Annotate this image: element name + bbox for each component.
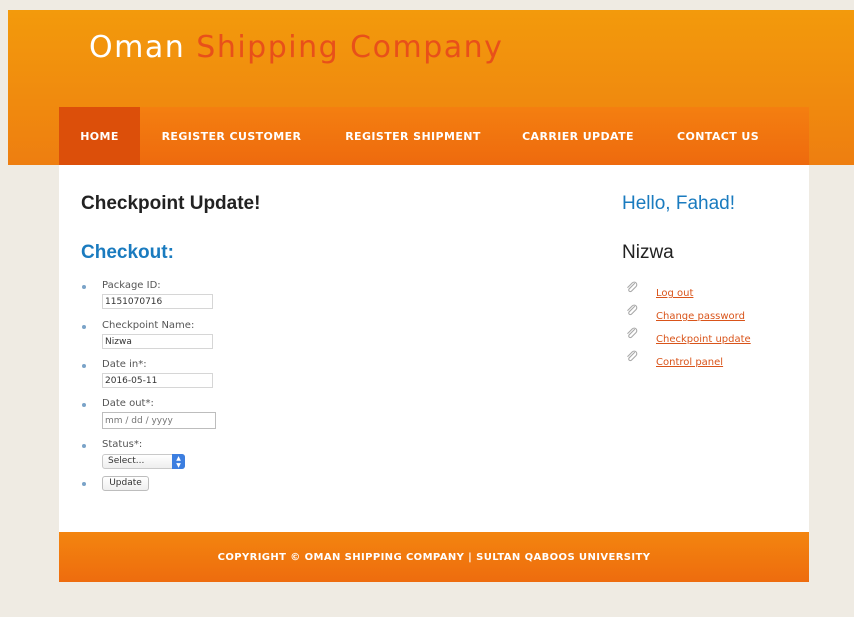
- nav-item-register-shipment[interactable]: REGISTER SHIPMENT: [323, 107, 503, 165]
- account-links: Log out Change password Checkpoint updat…: [626, 281, 751, 373]
- date-in-input[interactable]: [102, 373, 213, 388]
- form-row-checkpoint-name: Checkpoint Name:: [81, 319, 341, 358]
- account-link-item: Change password: [626, 304, 751, 327]
- paperclip-icon: [627, 350, 638, 362]
- status-select-value: Select...: [108, 456, 145, 466]
- control-panel-link[interactable]: Control panel: [656, 357, 723, 368]
- paperclip-icon: [627, 304, 638, 316]
- checkpoint-name-input[interactable]: [102, 334, 213, 349]
- bullet-icon: [82, 364, 86, 368]
- status-label: Status*:: [102, 439, 143, 450]
- site-title-primary: Oman: [89, 30, 186, 65]
- nav-item-register-customer[interactable]: REGISTER CUSTOMER: [140, 107, 323, 165]
- nav-item-contact-us[interactable]: CONTACT US: [653, 107, 783, 165]
- package-id-label: Package ID:: [102, 280, 161, 291]
- paperclip-icon: [627, 327, 638, 339]
- update-button[interactable]: Update: [102, 476, 149, 491]
- checkpoint-form: Package ID: Checkpoint Name: Date in*: D…: [81, 279, 341, 496]
- bullet-icon: [82, 444, 86, 448]
- content-panel: Checkpoint Update! Checkout: Package ID:…: [59, 165, 809, 532]
- chevron-updown-icon: ▲ ▼: [172, 454, 185, 469]
- form-row-submit: Update: [81, 476, 341, 496]
- account-link-item: Log out: [626, 281, 751, 304]
- form-row-status: Status*: Select... ▲ ▼: [81, 438, 341, 478]
- bullet-icon: [82, 325, 86, 329]
- main-nav: HOME REGISTER CUSTOMER REGISTER SHIPMENT…: [59, 107, 809, 165]
- date-out-input[interactable]: [102, 412, 216, 429]
- date-in-label: Date in*:: [102, 359, 147, 370]
- form-row-date-in: Date in*:: [81, 358, 341, 397]
- change-password-link[interactable]: Change password: [656, 311, 745, 322]
- copyright-text: COPYRIGHT © OMAN SHIPPING COMPANY | SULT…: [217, 551, 651, 563]
- footer-bar: COPYRIGHT © OMAN SHIPPING COMPANY | SULT…: [59, 532, 809, 582]
- page-title: Checkpoint Update!: [81, 193, 261, 214]
- paperclip-icon: [627, 281, 638, 293]
- site-title-accent: Shipping Company: [196, 30, 504, 65]
- form-heading: Checkout:: [81, 242, 174, 263]
- package-id-input[interactable]: [102, 294, 213, 309]
- site-title: Oman Shipping Company: [89, 30, 503, 66]
- account-link-item: Control panel: [626, 350, 751, 373]
- nav-item-home[interactable]: HOME: [59, 107, 140, 165]
- user-greeting: Hello, Fahad!: [622, 193, 736, 214]
- bullet-icon: [82, 285, 86, 289]
- checkpoint-location: Nizwa: [622, 242, 674, 263]
- status-select[interactable]: Select... ▲ ▼: [102, 454, 185, 469]
- logout-link[interactable]: Log out: [656, 288, 693, 299]
- checkpoint-name-label: Checkpoint Name:: [102, 320, 195, 331]
- account-link-item: Checkpoint update: [626, 327, 751, 350]
- nav-item-carrier-update[interactable]: CARRIER UPDATE: [503, 107, 653, 165]
- bullet-icon: [82, 403, 86, 407]
- date-out-label: Date out*:: [102, 398, 154, 409]
- form-row-date-out: Date out*:: [81, 397, 341, 438]
- checkpoint-update-link[interactable]: Checkpoint update: [656, 334, 751, 345]
- form-row-package-id: Package ID:: [81, 279, 341, 319]
- bullet-icon: [82, 482, 86, 486]
